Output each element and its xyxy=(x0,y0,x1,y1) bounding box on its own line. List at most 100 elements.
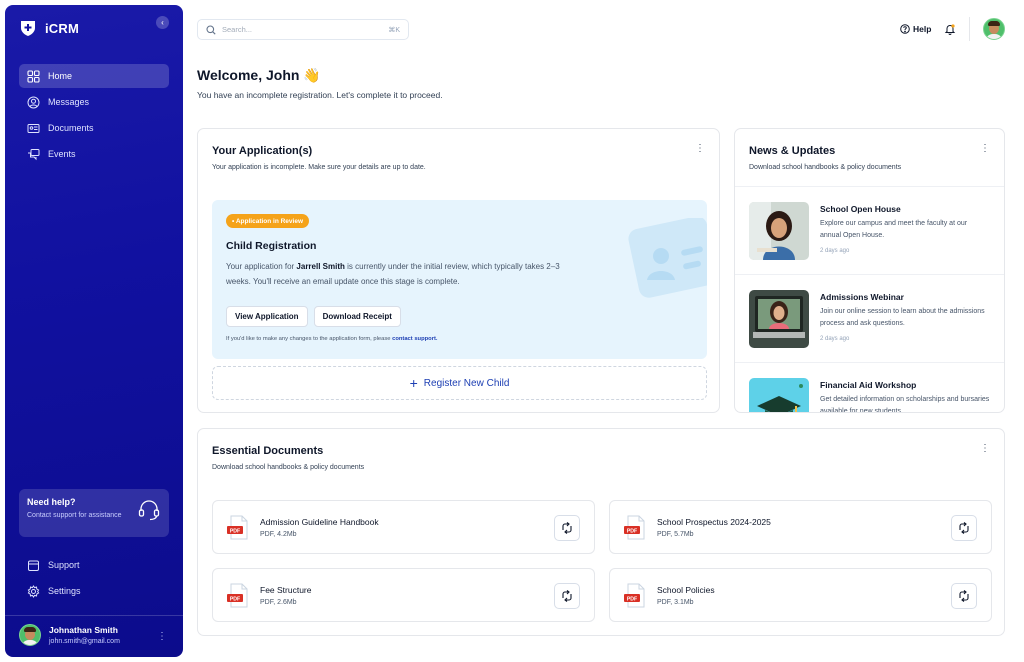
download-receipt-button[interactable]: Download Receipt xyxy=(313,306,401,327)
grid-icon xyxy=(27,69,40,83)
document-name: School Policies xyxy=(657,585,715,595)
document-item[interactable]: PDF School Policies PDF, 3.1Mb xyxy=(609,568,992,622)
download-icon xyxy=(562,522,572,534)
search-bar[interactable]: ⌘K xyxy=(197,19,409,40)
welcome-title: Welcome, John xyxy=(197,67,300,83)
sidebar-nav: Home Messages Documents Events xyxy=(19,64,169,168)
card-title: News & Updates xyxy=(749,145,836,157)
avatar[interactable] xyxy=(983,18,1005,40)
plus-icon: + xyxy=(409,375,418,391)
gear-icon xyxy=(27,584,40,598)
news-title: School Open House xyxy=(820,204,901,214)
sidebar-item-label: Settings xyxy=(48,586,81,596)
help-link[interactable]: Help xyxy=(900,24,931,34)
card-title: Essential Documents xyxy=(212,445,324,457)
view-application-button[interactable]: View Application xyxy=(226,306,308,327)
document-name: Admission Guideline Handbook xyxy=(260,517,379,527)
brand[interactable]: iCRM xyxy=(19,19,79,37)
calendar-icon xyxy=(27,559,40,572)
document-meta: PDF, 5.7Mb xyxy=(657,531,694,538)
webinar-photo-icon xyxy=(749,290,809,348)
document-item[interactable]: PDF Admission Guideline Handbook PDF, 4.… xyxy=(212,500,595,554)
news-title: Financial Aid Workshop xyxy=(820,380,917,390)
document-meta: PDF, 2.6Mb xyxy=(260,599,297,606)
search-input[interactable] xyxy=(222,25,383,34)
help-card[interactable]: Need help? Contact support for assistanc… xyxy=(19,489,169,537)
application-item-title: Child Registration xyxy=(226,240,317,252)
collapse-sidebar-button[interactable]: ‹ xyxy=(156,16,169,29)
pdf-file-icon: PDF xyxy=(227,515,248,540)
news-description: Join our online session to learn about t… xyxy=(820,308,985,327)
news-list: School Open House Explore our campus and… xyxy=(735,186,1004,413)
document-meta: PDF, 4.2Mb xyxy=(260,531,297,538)
sidebar-item-support[interactable]: Support xyxy=(19,553,169,577)
more-vertical-icon[interactable]: ⋮ xyxy=(695,144,705,154)
app-name: iCRM xyxy=(45,20,80,36)
application-actions: View Application Download Receipt xyxy=(226,306,401,327)
page-title: Welcome, John 👋 xyxy=(197,67,321,84)
register-new-child-button[interactable]: + Register New Child xyxy=(212,366,707,400)
download-icon xyxy=(959,522,969,534)
svg-text:PDF: PDF xyxy=(627,528,637,534)
student-photo-icon xyxy=(749,202,809,260)
svg-text:PDF: PDF xyxy=(230,596,240,602)
download-button[interactable] xyxy=(951,515,977,541)
user-email: john.smith@gmail.com xyxy=(49,638,120,645)
user-profile[interactable]: Johnathan Smith john.smith@gmail.com xyxy=(19,624,120,646)
chat-icon xyxy=(27,148,40,161)
card-subtitle: Download school handbooks & policy docum… xyxy=(749,164,902,171)
page-subtitle: You have an incomplete registration. Let… xyxy=(197,90,443,100)
sidebar-item-documents[interactable]: Documents xyxy=(19,116,169,140)
sidebar: iCRM ‹ Home Messages Documents Events Ne… xyxy=(5,5,183,657)
pdf-file-icon: PDF xyxy=(227,583,248,608)
sidebar-item-settings[interactable]: Settings xyxy=(19,579,169,603)
user-circle-icon xyxy=(27,96,40,109)
news-item[interactable]: School Open House Explore our campus and… xyxy=(735,186,1004,274)
status-badge: • Application in Review xyxy=(226,214,310,228)
child-name: Jarrell Smith xyxy=(296,262,345,271)
document-meta: PDF, 3.1Mb xyxy=(657,599,694,606)
news-item[interactable]: Financial Aid Workshop Get detailed info… xyxy=(735,362,1004,413)
more-vertical-icon[interactable]: ⋮ xyxy=(980,144,990,154)
sidebar-bottom-nav: Support Settings xyxy=(19,553,169,605)
pdf-file-icon: PDF xyxy=(624,515,645,540)
avatar xyxy=(19,624,41,646)
download-button[interactable] xyxy=(554,515,580,541)
sidebar-item-label: Home xyxy=(48,71,73,81)
help-label: Help xyxy=(913,24,932,34)
application-review-panel: • Application in Review Child Registrati… xyxy=(212,200,707,359)
register-label: Register New Child xyxy=(423,377,510,389)
news-item[interactable]: Admissions Webinar Join our online sessi… xyxy=(735,274,1004,362)
more-vertical-icon[interactable]: ⋮ xyxy=(980,444,990,454)
sidebar-item-events[interactable]: Events xyxy=(19,142,169,166)
id-card-icon xyxy=(27,122,40,135)
download-icon xyxy=(959,590,969,602)
graduation-cap-icon xyxy=(749,378,809,412)
sidebar-item-home[interactable]: Home xyxy=(19,64,169,88)
card-title: Your Application(s) xyxy=(212,145,313,157)
more-vertical-icon[interactable]: ⋮ xyxy=(157,631,167,642)
help-circle-icon xyxy=(900,24,910,34)
shield-logo-icon xyxy=(21,21,35,36)
news-description: Get detailed information on scholarships… xyxy=(820,396,990,413)
svg-text:PDF: PDF xyxy=(230,528,240,534)
sidebar-divider xyxy=(5,615,183,616)
document-item[interactable]: PDF Fee Structure PDF, 2.6Mb xyxy=(212,568,595,622)
download-button[interactable] xyxy=(554,583,580,609)
wave-emoji-icon: 👋 xyxy=(303,67,321,83)
document-item[interactable]: PDF School Prospectus 2024-2025 PDF, 5.7… xyxy=(609,500,992,554)
svg-text:PDF: PDF xyxy=(627,596,637,602)
id-card-illustration-icon xyxy=(628,218,707,298)
download-button[interactable] xyxy=(951,583,977,609)
news-timestamp: 2 days ago xyxy=(820,336,850,342)
headset-icon xyxy=(138,500,160,521)
document-name: School Prospectus 2024-2025 xyxy=(657,517,771,527)
documents-card: Essential Documents Download school hand… xyxy=(197,428,1005,636)
sidebar-item-label: Events xyxy=(48,149,76,159)
contact-support-link[interactable]: contact support. xyxy=(392,336,437,342)
news-title: Admissions Webinar xyxy=(820,292,904,302)
pdf-file-icon: PDF xyxy=(624,583,645,608)
sidebar-item-messages[interactable]: Messages xyxy=(19,90,169,114)
topbar-divider xyxy=(969,17,970,41)
bell-icon[interactable] xyxy=(944,23,956,35)
